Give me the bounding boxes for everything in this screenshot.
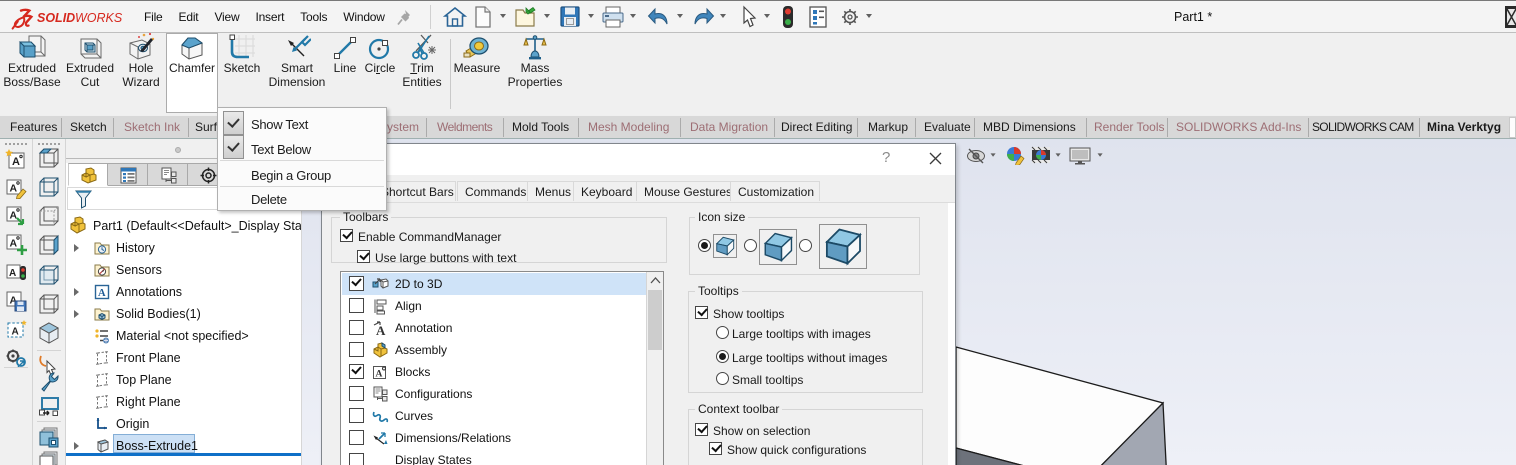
svg-text:A: A — [10, 210, 18, 222]
svg-text:A: A — [12, 156, 20, 168]
svg-text:A: A — [98, 288, 106, 299]
svg-text:A: A — [10, 183, 18, 195]
svg-text:WORKS: WORKS — [75, 11, 123, 25]
svg-text:A: A — [9, 268, 16, 279]
svg-text:A: A — [376, 323, 386, 337]
svg-text:A: A — [10, 238, 18, 250]
svg-text:SOLID: SOLID — [37, 11, 75, 25]
svg-text:A: A — [376, 370, 383, 380]
svg-text:A: A — [12, 327, 19, 338]
